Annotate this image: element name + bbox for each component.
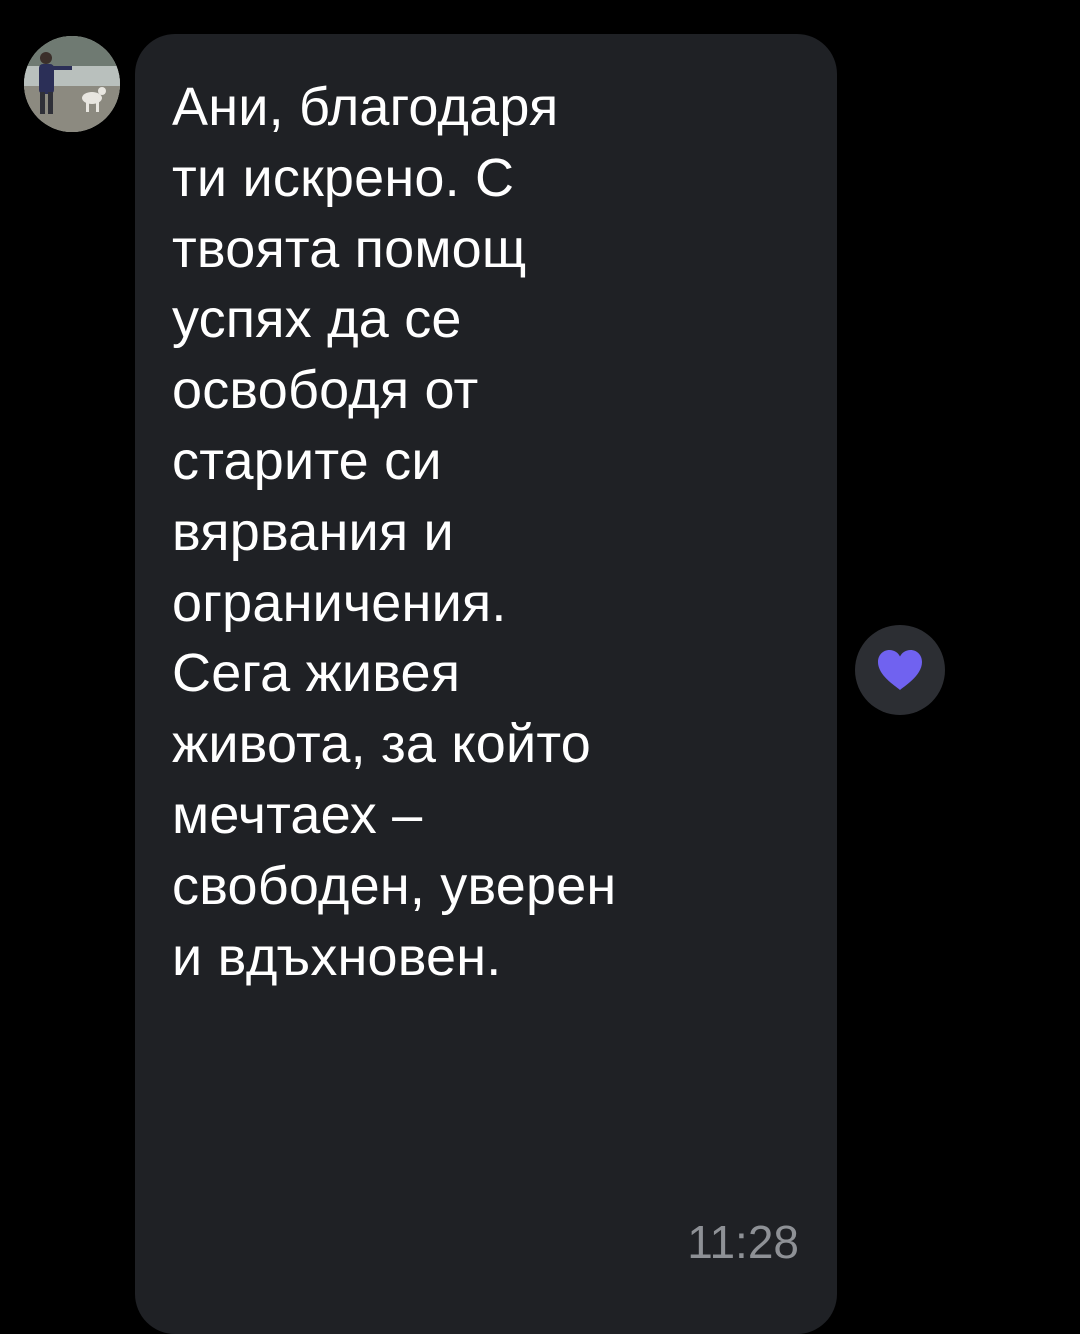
message-timestamp: 11:28 [687, 1216, 799, 1268]
message-bubble[interactable]: Ани, благодаря ти искрено. С твоята помо… [135, 34, 837, 1334]
profile-photo-icon [24, 36, 120, 132]
sender-avatar[interactable] [24, 36, 120, 132]
message-text: Ани, благодаря ти искрено. С твоята помо… [172, 77, 617, 987]
heart-icon [878, 650, 922, 690]
reaction-button[interactable] [855, 625, 945, 715]
